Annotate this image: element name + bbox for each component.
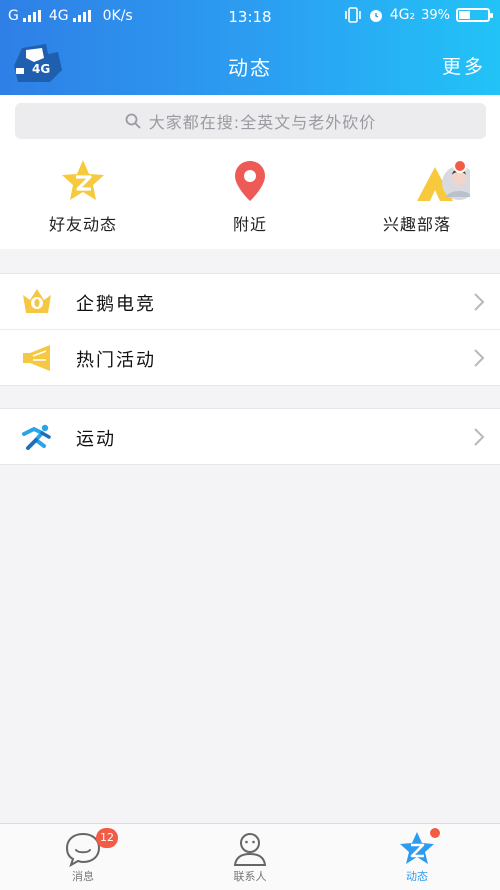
list-item-sports[interactable]: 运动 bbox=[0, 409, 500, 464]
tab-messages[interactable]: 12 消息 bbox=[0, 824, 166, 890]
page-title: 动态 bbox=[228, 56, 272, 80]
tab-label: 联系人 bbox=[233, 870, 267, 883]
list-label: 热门活动 bbox=[76, 350, 156, 371]
search-icon bbox=[125, 113, 141, 129]
quick-nearby[interactable]: 附近 bbox=[167, 147, 333, 249]
list-item-hot-activities[interactable]: 热门活动 bbox=[0, 329, 500, 385]
quick-friend-feed[interactable]: 好友动态 bbox=[0, 147, 166, 249]
tab-contacts[interactable]: 联系人 bbox=[167, 824, 333, 890]
tab-feed[interactable]: 动态 bbox=[334, 824, 500, 890]
network-label-2: 4G₂ bbox=[389, 7, 416, 23]
star-z-icon bbox=[62, 160, 104, 200]
battery-label: 39% bbox=[421, 7, 450, 23]
alarm-icon bbox=[369, 10, 382, 22]
list-label: 企鹅电竞 bbox=[76, 294, 156, 315]
tab-label: 动态 bbox=[406, 870, 428, 883]
running-icon bbox=[22, 424, 51, 450]
list-label: 运动 bbox=[76, 429, 116, 450]
vibrate-icon bbox=[344, 7, 361, 23]
contacts-icon bbox=[233, 833, 267, 866]
bottom-tab-bar: 12 消息 联系人 动态 bbox=[0, 823, 500, 890]
search-input[interactable]: 大家都在搜:全英文与老外砍价 bbox=[15, 103, 486, 139]
more-button[interactable]: 更多 bbox=[442, 52, 486, 79]
chevron-right-icon bbox=[474, 293, 485, 311]
messages-badge: 12 bbox=[96, 828, 118, 848]
quick-actions: 好友动态 附近 兴趣部落 bbox=[0, 147, 500, 249]
battery-fill bbox=[459, 11, 470, 19]
header-bar: G 4G 0K/s 13:18 4G₂ 39% 4G 动态 更多 bbox=[0, 0, 500, 95]
quick-tribe[interactable]: 兴趣部落 bbox=[334, 147, 500, 249]
chevron-right-icon bbox=[474, 349, 485, 367]
tribe-notify-dot bbox=[453, 159, 467, 173]
crown-icon bbox=[23, 289, 51, 313]
location-pin-icon bbox=[235, 161, 265, 201]
list-group-2: 运动 bbox=[0, 408, 500, 465]
feed-notify-dot bbox=[428, 826, 442, 840]
search-placeholder: 大家都在搜:全英文与老外砍价 bbox=[148, 113, 377, 132]
tab-label: 消息 bbox=[72, 870, 94, 883]
list-item-esports[interactable]: 企鹅电竞 bbox=[0, 274, 500, 329]
search-section: 大家都在搜:全英文与老外砍价 bbox=[0, 95, 500, 147]
list-group-1: 企鹅电竞 热门活动 bbox=[0, 273, 500, 386]
battery-icon bbox=[456, 8, 493, 22]
megaphone-icon bbox=[23, 345, 50, 371]
status-bar: G 4G 0K/s 13:18 4G₂ 39% bbox=[0, 0, 500, 34]
quick-label: 好友动态 bbox=[48, 215, 117, 234]
quick-label: 附近 bbox=[232, 215, 267, 234]
quick-label: 兴趣部落 bbox=[382, 215, 451, 234]
status-right: 4G₂ 39% bbox=[344, 7, 493, 23]
chevron-right-icon bbox=[474, 428, 485, 446]
